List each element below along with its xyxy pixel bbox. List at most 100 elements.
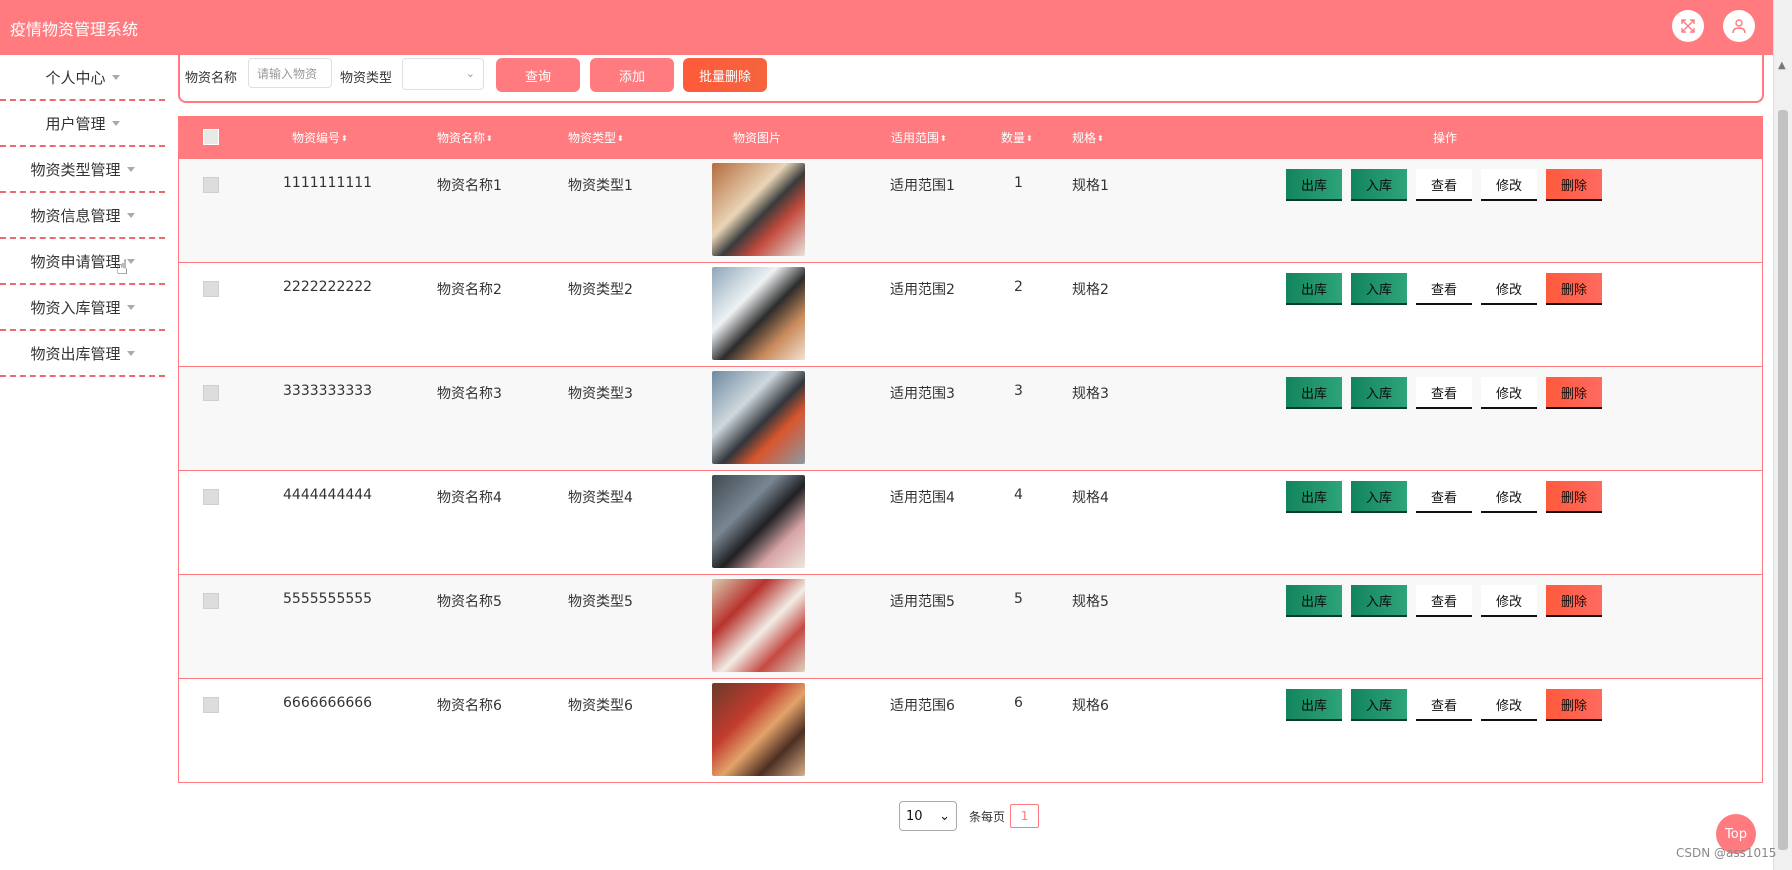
- row-checkbox[interactable]: [203, 385, 219, 401]
- sidebar-item-label: 用户管理: [45, 114, 106, 133]
- row-actions: 出库 入库 查看 修改 删除: [1286, 481, 1611, 513]
- hand-cursor-icon: ☝: [116, 255, 129, 279]
- cell-type: 物资类型5: [568, 594, 633, 610]
- stock-in-button[interactable]: 入库: [1351, 169, 1407, 201]
- query-button[interactable]: 查询: [496, 58, 580, 92]
- caret-down-icon: [126, 212, 135, 218]
- stock-in-button[interactable]: 入库: [1351, 585, 1407, 617]
- row-checkbox[interactable]: [203, 177, 219, 193]
- row-checkbox[interactable]: [203, 281, 219, 297]
- sidebar-item-material-types[interactable]: 物资类型管理: [0, 147, 165, 193]
- view-button[interactable]: 查看: [1416, 273, 1472, 305]
- user-icon[interactable]: [1723, 10, 1755, 42]
- cell-scope: 适用范围4: [890, 490, 955, 506]
- watermark: CSDN @ass1015: [1676, 846, 1777, 860]
- view-button[interactable]: 查看: [1416, 585, 1472, 617]
- row-actions: 出库 入库 查看 修改 删除: [1286, 169, 1611, 201]
- column-header-code[interactable]: 物资编号⬍: [292, 129, 348, 146]
- column-header-spec[interactable]: 规格⬍: [1072, 129, 1104, 146]
- cell-type: 物资类型3: [568, 386, 633, 402]
- sidebar-item-label: 物资入库管理: [30, 298, 121, 317]
- stock-out-button[interactable]: 出库: [1286, 377, 1342, 409]
- table-row: 4444444444 物资名称4 物资类型4 适用范围4 4 规格4 出库 入库…: [179, 470, 1762, 574]
- sidebar-item-label: 物资类型管理: [30, 160, 121, 179]
- scroll-up-icon[interactable]: ▲: [1778, 60, 1786, 71]
- row-actions: 出库 入库 查看 修改 删除: [1286, 585, 1611, 617]
- sort-icon: ⬍: [940, 134, 947, 143]
- sidebar-item-profile[interactable]: 个人中心: [0, 55, 165, 101]
- chevron-down-icon: ⌄: [939, 808, 950, 824]
- stock-in-button[interactable]: 入库: [1351, 273, 1407, 305]
- delete-button[interactable]: 删除: [1546, 689, 1602, 721]
- row-checkbox[interactable]: [203, 593, 219, 609]
- cell-qty: 6: [1014, 695, 1023, 711]
- stock-out-button[interactable]: 出库: [1286, 585, 1342, 617]
- sidebar-item-stock-in[interactable]: 物资入库管理: [0, 285, 165, 331]
- stock-out-button[interactable]: 出库: [1286, 169, 1342, 201]
- delete-button[interactable]: 删除: [1546, 273, 1602, 305]
- sidebar-item-material-requests[interactable]: 物资申请管理: [0, 239, 165, 285]
- view-button[interactable]: 查看: [1416, 689, 1472, 721]
- vertical-scrollbar[interactable]: ▲: [1773, 0, 1792, 870]
- cell-scope: 适用范围3: [890, 386, 955, 402]
- view-button[interactable]: 查看: [1416, 481, 1472, 513]
- cell-name: 物资名称2: [437, 282, 502, 298]
- sort-icon: ⬍: [486, 134, 493, 143]
- column-header-qty[interactable]: 数量⬍: [1001, 129, 1033, 146]
- select-all-checkbox[interactable]: [203, 129, 219, 145]
- edit-button[interactable]: 修改: [1481, 377, 1537, 409]
- sidebar-item-users[interactable]: 用户管理: [0, 101, 165, 147]
- edit-button[interactable]: 修改: [1481, 273, 1537, 305]
- scrollbar-thumb[interactable]: [1778, 110, 1788, 850]
- delete-button[interactable]: 删除: [1546, 169, 1602, 201]
- cell-code: 3333333333: [283, 383, 373, 399]
- sidebar-item-stock-out[interactable]: 物资出库管理: [0, 331, 165, 377]
- row-checkbox[interactable]: [203, 697, 219, 713]
- page-number-current[interactable]: 1: [1010, 804, 1040, 828]
- view-button[interactable]: 查看: [1416, 169, 1472, 201]
- cell-qty: 4: [1014, 487, 1023, 503]
- delete-button[interactable]: 删除: [1546, 585, 1602, 617]
- cell-name: 物资名称1: [437, 178, 502, 194]
- cell-name: 物资名称4: [437, 490, 502, 506]
- delete-button[interactable]: 删除: [1546, 481, 1602, 513]
- material-name-input[interactable]: 请输入物资: [248, 58, 332, 88]
- stock-in-button[interactable]: 入库: [1351, 481, 1407, 513]
- table-row: 5555555555 物资名称5 物资类型5 适用范围5 5 规格5 出库 入库…: [179, 574, 1762, 678]
- name-label: 物资名称: [185, 71, 238, 86]
- batch-delete-button[interactable]: 批量删除: [683, 58, 767, 92]
- column-header-scope[interactable]: 适用范围⬍: [891, 129, 947, 146]
- material-image: [712, 267, 805, 360]
- cell-code: 4444444444: [283, 487, 373, 503]
- edit-button[interactable]: 修改: [1481, 169, 1537, 201]
- stock-out-button[interactable]: 出库: [1286, 273, 1342, 305]
- sort-icon: ⬍: [1097, 134, 1104, 143]
- delete-button[interactable]: 删除: [1546, 377, 1602, 409]
- view-button[interactable]: 查看: [1416, 377, 1472, 409]
- edit-button[interactable]: 修改: [1481, 585, 1537, 617]
- fullscreen-icon[interactable]: [1672, 10, 1704, 42]
- cell-code: 2222222222: [283, 279, 373, 295]
- top-header: 疫情物资管理系统: [0, 0, 1774, 55]
- column-header-image: 物资图片: [733, 131, 782, 145]
- per-page-label: 条每页: [969, 809, 1006, 824]
- edit-button[interactable]: 修改: [1481, 481, 1537, 513]
- sort-icon: ⬍: [341, 134, 348, 143]
- column-header-type[interactable]: 物资类型⬍: [568, 129, 624, 146]
- edit-button[interactable]: 修改: [1481, 689, 1537, 721]
- sidebar-item-material-info[interactable]: 物资信息管理: [0, 193, 165, 239]
- column-header-name[interactable]: 物资名称⬍: [437, 129, 493, 146]
- stock-out-button[interactable]: 出库: [1286, 481, 1342, 513]
- type-label: 物资类型: [340, 71, 393, 86]
- row-checkbox[interactable]: [203, 489, 219, 505]
- cell-qty: 2: [1014, 279, 1023, 295]
- cell-spec: 规格4: [1072, 490, 1109, 506]
- stock-out-button[interactable]: 出库: [1286, 689, 1342, 721]
- cell-type: 物资类型6: [568, 698, 633, 714]
- material-type-select[interactable]: ⌄: [402, 58, 484, 90]
- sidebar-item-label: 个人中心: [45, 68, 106, 87]
- page-size-select[interactable]: 10 ⌄: [899, 801, 957, 831]
- stock-in-button[interactable]: 入库: [1351, 377, 1407, 409]
- add-button[interactable]: 添加: [590, 58, 674, 92]
- stock-in-button[interactable]: 入库: [1351, 689, 1407, 721]
